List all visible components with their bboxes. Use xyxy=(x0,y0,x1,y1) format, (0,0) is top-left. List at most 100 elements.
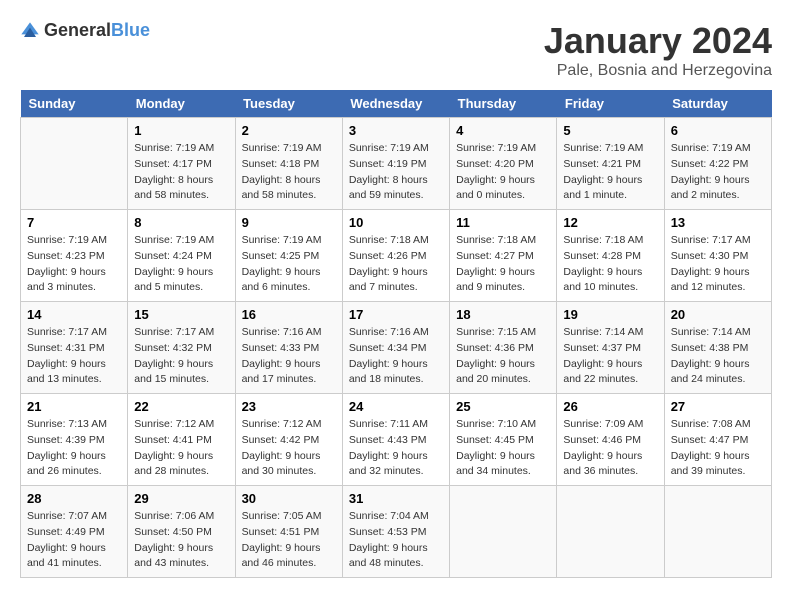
day-cell: 9 Sunrise: 7:19 AMSunset: 4:25 PMDaylight… xyxy=(235,210,342,302)
day-cell: 19 Sunrise: 7:14 AMSunset: 4:37 PMDayligh… xyxy=(557,302,664,394)
day-info: Sunrise: 7:14 AMSunset: 4:38 PMDaylight:… xyxy=(671,325,765,388)
day-info: Sunrise: 7:07 AMSunset: 4:49 PMDaylight:… xyxy=(27,509,121,572)
day-number: 9 xyxy=(242,215,336,230)
day-info: Sunrise: 7:16 AMSunset: 4:33 PMDaylight:… xyxy=(242,325,336,388)
day-cell: 26 Sunrise: 7:09 AMSunset: 4:46 PMDayligh… xyxy=(557,394,664,486)
day-cell: 27 Sunrise: 7:08 AMSunset: 4:47 PMDayligh… xyxy=(664,394,771,486)
day-number: 27 xyxy=(671,399,765,414)
day-number: 10 xyxy=(349,215,443,230)
day-cell xyxy=(557,486,664,578)
day-cell xyxy=(664,486,771,578)
week-row-1: 1 Sunrise: 7:19 AMSunset: 4:17 PMDaylight… xyxy=(21,118,772,210)
week-row-2: 7Sunrise: 7:19 AMSunset: 4:23 PMDaylight… xyxy=(21,210,772,302)
day-cell: 3 Sunrise: 7:19 AMSunset: 4:19 PMDaylight… xyxy=(342,118,449,210)
day-cell: 7Sunrise: 7:19 AMSunset: 4:23 PMDaylight… xyxy=(21,210,128,302)
day-info: Sunrise: 7:17 AMSunset: 4:31 PMDaylight:… xyxy=(27,325,121,388)
logo-general-text: General xyxy=(44,20,111,40)
day-info: Sunrise: 7:19 AMSunset: 4:25 PMDaylight:… xyxy=(242,233,336,296)
day-number: 11 xyxy=(456,215,550,230)
day-number: 22 xyxy=(134,399,228,414)
day-number: 19 xyxy=(563,307,657,322)
day-info: Sunrise: 7:09 AMSunset: 4:46 PMDaylight:… xyxy=(563,417,657,480)
day-cell: 12Sunrise: 7:18 AMSunset: 4:28 PMDayligh… xyxy=(557,210,664,302)
day-cell: 18 Sunrise: 7:15 AMSunset: 4:36 PMDayligh… xyxy=(450,302,557,394)
day-cell: 1 Sunrise: 7:19 AMSunset: 4:17 PMDaylight… xyxy=(128,118,235,210)
header-friday: Friday xyxy=(557,90,664,118)
day-info: Sunrise: 7:19 AMSunset: 4:22 PMDaylight:… xyxy=(671,141,765,204)
day-info: Sunrise: 7:19 AMSunset: 4:19 PMDaylight:… xyxy=(349,141,443,204)
day-cell: 13 Sunrise: 7:17 AMSunset: 4:30 PMDayligh… xyxy=(664,210,771,302)
page-header: GeneralBlue January 2024 Pale, Bosnia an… xyxy=(20,20,772,80)
day-number: 31 xyxy=(349,491,443,506)
day-info: Sunrise: 7:15 AMSunset: 4:36 PMDaylight:… xyxy=(456,325,550,388)
day-number: 13 xyxy=(671,215,765,230)
day-number: 5 xyxy=(563,123,657,138)
day-number: 21 xyxy=(27,399,121,414)
month-title: January 2024 xyxy=(544,20,772,62)
header-saturday: Saturday xyxy=(664,90,771,118)
calendar-table: SundayMondayTuesdayWednesdayThursdayFrid… xyxy=(20,90,772,578)
day-info: Sunrise: 7:08 AMSunset: 4:47 PMDaylight:… xyxy=(671,417,765,480)
day-cell: 29Sunrise: 7:06 AMSunset: 4:50 PMDayligh… xyxy=(128,486,235,578)
day-cell: 6 Sunrise: 7:19 AMSunset: 4:22 PMDaylight… xyxy=(664,118,771,210)
logo-blue-text: Blue xyxy=(111,20,150,40)
week-row-3: 14 Sunrise: 7:17 AMSunset: 4:31 PMDayligh… xyxy=(21,302,772,394)
day-info: Sunrise: 7:14 AMSunset: 4:37 PMDaylight:… xyxy=(563,325,657,388)
day-cell xyxy=(450,486,557,578)
day-number: 3 xyxy=(349,123,443,138)
day-info: Sunrise: 7:19 AMSunset: 4:21 PMDaylight:… xyxy=(563,141,657,204)
day-number: 14 xyxy=(27,307,121,322)
day-cell: 14 Sunrise: 7:17 AMSunset: 4:31 PMDayligh… xyxy=(21,302,128,394)
day-number: 4 xyxy=(456,123,550,138)
day-number: 17 xyxy=(349,307,443,322)
day-info: Sunrise: 7:16 AMSunset: 4:34 PMDaylight:… xyxy=(349,325,443,388)
day-info: Sunrise: 7:10 AMSunset: 4:45 PMDaylight:… xyxy=(456,417,550,480)
header-monday: Monday xyxy=(128,90,235,118)
day-number: 6 xyxy=(671,123,765,138)
day-number: 1 xyxy=(134,123,228,138)
day-cell: 24Sunrise: 7:11 AMSunset: 4:43 PMDayligh… xyxy=(342,394,449,486)
header-tuesday: Tuesday xyxy=(235,90,342,118)
day-cell: 5 Sunrise: 7:19 AMSunset: 4:21 PMDaylight… xyxy=(557,118,664,210)
day-cell: 2 Sunrise: 7:19 AMSunset: 4:18 PMDaylight… xyxy=(235,118,342,210)
day-info: Sunrise: 7:06 AMSunset: 4:50 PMDaylight:… xyxy=(134,509,228,572)
day-number: 15 xyxy=(134,307,228,322)
title-area: January 2024 Pale, Bosnia and Herzegovin… xyxy=(544,20,772,80)
day-number: 26 xyxy=(563,399,657,414)
day-info: Sunrise: 7:17 AMSunset: 4:32 PMDaylight:… xyxy=(134,325,228,388)
week-row-5: 28Sunrise: 7:07 AMSunset: 4:49 PMDayligh… xyxy=(21,486,772,578)
day-cell: 21 Sunrise: 7:13 AMSunset: 4:39 PMDayligh… xyxy=(21,394,128,486)
day-cell: 15 Sunrise: 7:17 AMSunset: 4:32 PMDayligh… xyxy=(128,302,235,394)
day-cell: 31 Sunrise: 7:04 AMSunset: 4:53 PMDayligh… xyxy=(342,486,449,578)
logo: GeneralBlue xyxy=(20,20,150,41)
day-number: 7 xyxy=(27,215,121,230)
day-number: 18 xyxy=(456,307,550,322)
day-cell xyxy=(21,118,128,210)
day-info: Sunrise: 7:17 AMSunset: 4:30 PMDaylight:… xyxy=(671,233,765,296)
day-info: Sunrise: 7:19 AMSunset: 4:18 PMDaylight:… xyxy=(242,141,336,204)
day-info: Sunrise: 7:13 AMSunset: 4:39 PMDaylight:… xyxy=(27,417,121,480)
day-info: Sunrise: 7:04 AMSunset: 4:53 PMDaylight:… xyxy=(349,509,443,572)
header-wednesday: Wednesday xyxy=(342,90,449,118)
calendar-header-row: SundayMondayTuesdayWednesdayThursdayFrid… xyxy=(21,90,772,118)
day-number: 16 xyxy=(242,307,336,322)
day-cell: 11Sunrise: 7:18 AMSunset: 4:27 PMDayligh… xyxy=(450,210,557,302)
day-info: Sunrise: 7:19 AMSunset: 4:20 PMDaylight:… xyxy=(456,141,550,204)
day-number: 25 xyxy=(456,399,550,414)
day-info: Sunrise: 7:18 AMSunset: 4:28 PMDaylight:… xyxy=(563,233,657,296)
header-sunday: Sunday xyxy=(21,90,128,118)
day-number: 20 xyxy=(671,307,765,322)
logo-icon xyxy=(20,21,40,41)
day-number: 2 xyxy=(242,123,336,138)
day-cell: 25 Sunrise: 7:10 AMSunset: 4:45 PMDayligh… xyxy=(450,394,557,486)
day-cell: 4 Sunrise: 7:19 AMSunset: 4:20 PMDaylight… xyxy=(450,118,557,210)
day-info: Sunrise: 7:05 AMSunset: 4:51 PMDaylight:… xyxy=(242,509,336,572)
day-cell: 30Sunrise: 7:05 AMSunset: 4:51 PMDayligh… xyxy=(235,486,342,578)
day-cell: 17 Sunrise: 7:16 AMSunset: 4:34 PMDayligh… xyxy=(342,302,449,394)
day-info: Sunrise: 7:12 AMSunset: 4:41 PMDaylight:… xyxy=(134,417,228,480)
day-cell: 22 Sunrise: 7:12 AMSunset: 4:41 PMDayligh… xyxy=(128,394,235,486)
day-cell: 8Sunrise: 7:19 AMSunset: 4:24 PMDaylight… xyxy=(128,210,235,302)
day-cell: 20 Sunrise: 7:14 AMSunset: 4:38 PMDayligh… xyxy=(664,302,771,394)
day-info: Sunrise: 7:19 AMSunset: 4:17 PMDaylight:… xyxy=(134,141,228,204)
day-info: Sunrise: 7:19 AMSunset: 4:24 PMDaylight:… xyxy=(134,233,228,296)
